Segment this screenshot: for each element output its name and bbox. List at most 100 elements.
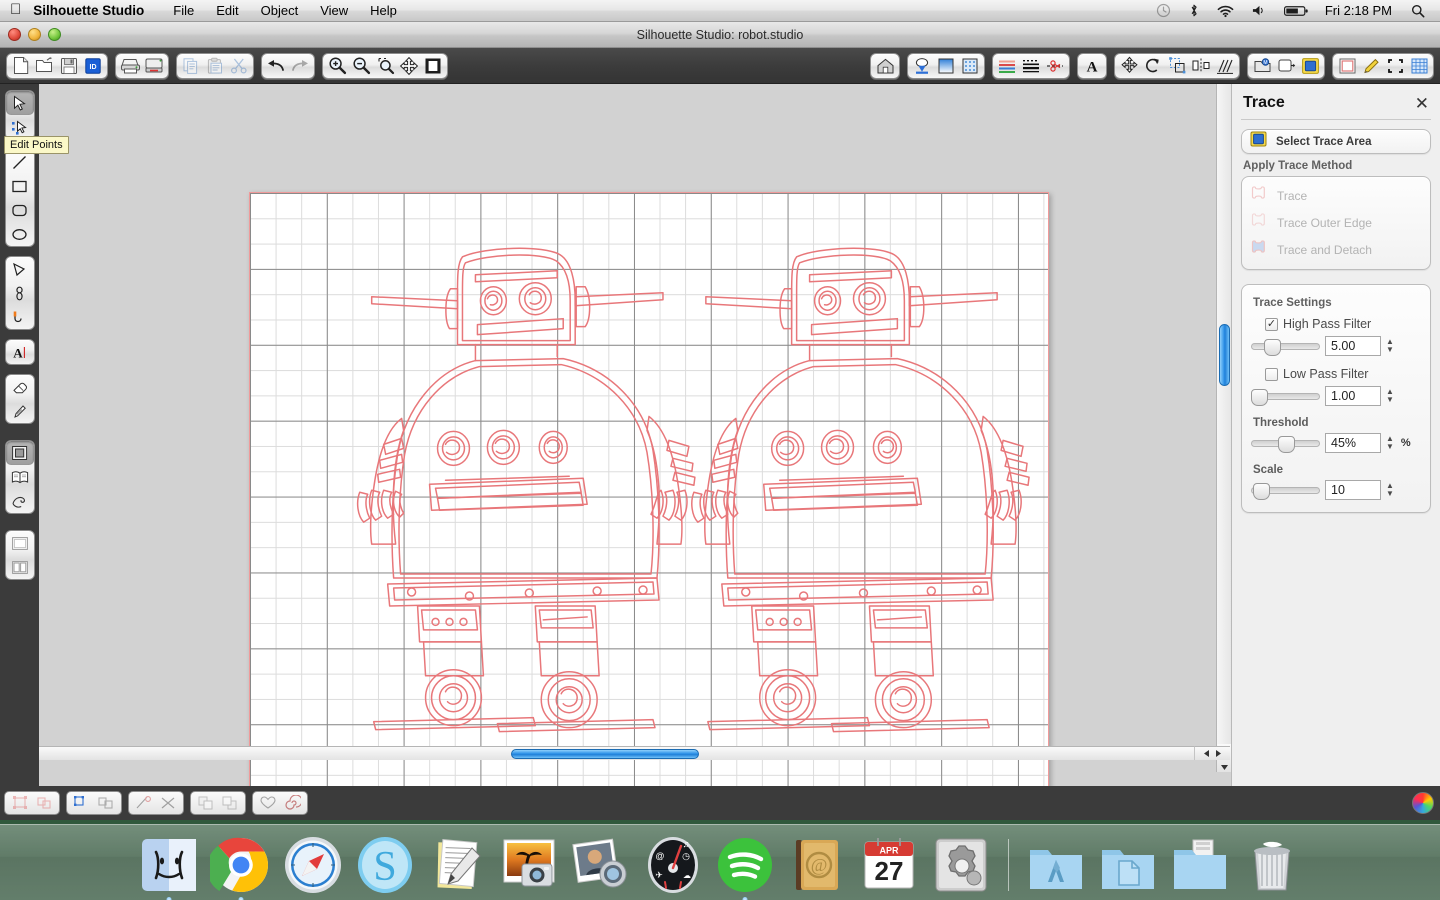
send-to-back-icon[interactable] xyxy=(218,792,242,814)
minimize-window-button[interactable] xyxy=(28,28,41,41)
fit-to-page-icon[interactable] xyxy=(421,54,445,78)
cut-line-icon[interactable] xyxy=(132,792,156,814)
vertical-scrollbar-thumb[interactable] xyxy=(1219,324,1230,386)
freehand-tool[interactable] xyxy=(6,305,34,329)
redo-icon[interactable] xyxy=(288,54,312,78)
battery-icon[interactable] xyxy=(1275,5,1319,17)
new-document-icon[interactable] xyxy=(9,54,33,78)
select-trace-area-button[interactable]: Select Trace Area xyxy=(1241,129,1431,154)
cut-style-icon[interactable] xyxy=(1043,54,1067,78)
fill-gradient-icon[interactable] xyxy=(934,54,958,78)
weld-icon[interactable] xyxy=(70,792,94,814)
low-pass-filter-value[interactable]: 1.00 xyxy=(1325,386,1381,406)
stepper-down-icon[interactable]: ▼ xyxy=(1386,443,1394,451)
high-pass-filter-row[interactable]: ✓ High Pass Filter xyxy=(1265,317,1421,331)
home-icon[interactable] xyxy=(873,54,897,78)
threshold-slider[interactable] xyxy=(1251,435,1320,453)
low-pass-filter-checkbox[interactable] xyxy=(1265,367,1278,381)
grid-icon[interactable] xyxy=(1407,54,1431,78)
close-icon[interactable]: ✕ xyxy=(1415,95,1429,112)
wifi-icon[interactable] xyxy=(1208,4,1243,18)
vertical-scrollbar[interactable] xyxy=(1216,84,1231,772)
low-pass-filter-control[interactable]: 1.00 ▲ ▼ xyxy=(1251,386,1421,406)
trace-method-and-detach[interactable]: Trace and Detach xyxy=(1249,236,1423,263)
line-color-icon[interactable] xyxy=(995,54,1019,78)
design-page[interactable] xyxy=(249,192,1049,786)
group-icon[interactable] xyxy=(8,792,32,814)
spotlight-search-icon[interactable] xyxy=(1402,4,1434,18)
trace-method-outer-edge[interactable]: Trace Outer Edge xyxy=(1249,209,1423,236)
replicate-icon[interactable] xyxy=(1213,54,1237,78)
knife-tool[interactable] xyxy=(6,399,34,423)
ellipse-tool[interactable] xyxy=(6,222,34,246)
color-wheel-icon[interactable] xyxy=(1412,792,1434,814)
save-to-library-icon[interactable]: ID xyxy=(81,54,105,78)
scale-control[interactable]: 10 ▲ ▼ xyxy=(1251,480,1421,500)
menu-object[interactable]: Object xyxy=(250,3,310,18)
threshold-stepper[interactable]: ▲ ▼ xyxy=(1386,435,1394,451)
fill-color-icon[interactable] xyxy=(910,54,934,78)
horizontal-scrollbar-thumb[interactable] xyxy=(511,749,699,759)
menu-help[interactable]: Help xyxy=(359,3,408,18)
rectangle-tool[interactable] xyxy=(6,174,34,198)
heart-shape-icon[interactable] xyxy=(256,792,280,814)
horizontal-scrollbar[interactable] xyxy=(39,746,1230,760)
paste-icon[interactable] xyxy=(203,54,227,78)
text-style-icon[interactable]: A xyxy=(1080,54,1104,78)
low-pass-filter-slider[interactable] xyxy=(1251,388,1320,406)
volume-icon[interactable] xyxy=(1243,4,1275,17)
bluetooth-icon[interactable] xyxy=(1180,3,1208,18)
zoom-out-icon[interactable] xyxy=(349,54,373,78)
split-view-tool[interactable] xyxy=(6,555,34,579)
trace-icon[interactable] xyxy=(1298,54,1322,78)
library-tool[interactable] xyxy=(6,465,34,489)
triangle-left-icon[interactable] xyxy=(1203,745,1210,763)
apple-logo-icon[interactable]:  xyxy=(0,2,33,17)
rotate-icon[interactable] xyxy=(1141,54,1165,78)
single-view-tool[interactable] xyxy=(6,531,34,555)
modify-icon[interactable]: M xyxy=(1250,54,1274,78)
zoom-in-icon[interactable] xyxy=(325,54,349,78)
stepper-down-icon[interactable]: ▼ xyxy=(1386,396,1394,404)
text-tool[interactable]: A xyxy=(6,340,34,364)
triangle-right-icon[interactable] xyxy=(1215,745,1222,763)
menu-edit[interactable]: Edit xyxy=(205,3,249,18)
offset-icon[interactable] xyxy=(1274,54,1298,78)
page-setup-icon[interactable] xyxy=(1335,54,1359,78)
threshold-value[interactable]: 45% xyxy=(1325,433,1381,453)
spiral-shape-icon[interactable] xyxy=(280,792,304,814)
low-pass-filter-slider-knob[interactable] xyxy=(1251,388,1268,406)
printer-icon[interactable] xyxy=(118,54,142,78)
menubar-clock[interactable]: Fri 2:18 PM xyxy=(1319,3,1402,18)
ungroup-icon[interactable] xyxy=(32,792,56,814)
release-compound-path-icon[interactable] xyxy=(94,792,118,814)
scale-stepper[interactable]: ▲ ▼ xyxy=(1386,482,1394,498)
zoom-selection-icon[interactable] xyxy=(373,54,397,78)
no-cut-icon[interactable] xyxy=(156,792,180,814)
threshold-slider-knob[interactable] xyxy=(1278,435,1295,453)
eraser-tool[interactable] xyxy=(6,375,34,399)
align-icon[interactable] xyxy=(1189,54,1213,78)
open-folder-icon[interactable] xyxy=(33,54,57,78)
menubar-app-name[interactable]: Silhouette Studio xyxy=(33,3,162,18)
undo-icon[interactable] xyxy=(264,54,288,78)
rounded-rectangle-tool[interactable] xyxy=(6,198,34,222)
low-pass-filter-stepper[interactable]: ▲ ▼ xyxy=(1386,388,1394,404)
low-pass-filter-row[interactable]: Low Pass Filter xyxy=(1265,367,1421,381)
copy-icon[interactable] xyxy=(179,54,203,78)
curve-tool[interactable] xyxy=(6,281,34,305)
zoom-window-button[interactable] xyxy=(48,28,61,41)
high-pass-filter-stepper[interactable]: ▲ ▼ xyxy=(1386,338,1394,354)
window-controls[interactable] xyxy=(8,28,61,41)
window-titlebar[interactable]: Silhouette Studio: robot.studio xyxy=(0,22,1440,48)
high-pass-filter-slider-knob[interactable] xyxy=(1264,338,1281,356)
high-pass-filter-control[interactable]: 5.00 ▲ ▼ xyxy=(1251,336,1421,356)
stepper-down-icon[interactable]: ▼ xyxy=(1386,346,1394,354)
bring-to-front-icon[interactable] xyxy=(194,792,218,814)
threshold-control[interactable]: 45% ▲ ▼ % xyxy=(1251,433,1421,453)
scale-value[interactable]: 10 xyxy=(1325,480,1381,500)
store-tool[interactable] xyxy=(6,489,34,513)
menu-file[interactable]: File xyxy=(162,3,205,18)
canvas-area[interactable] xyxy=(39,84,1231,786)
line-style-icon[interactable] xyxy=(1019,54,1043,78)
